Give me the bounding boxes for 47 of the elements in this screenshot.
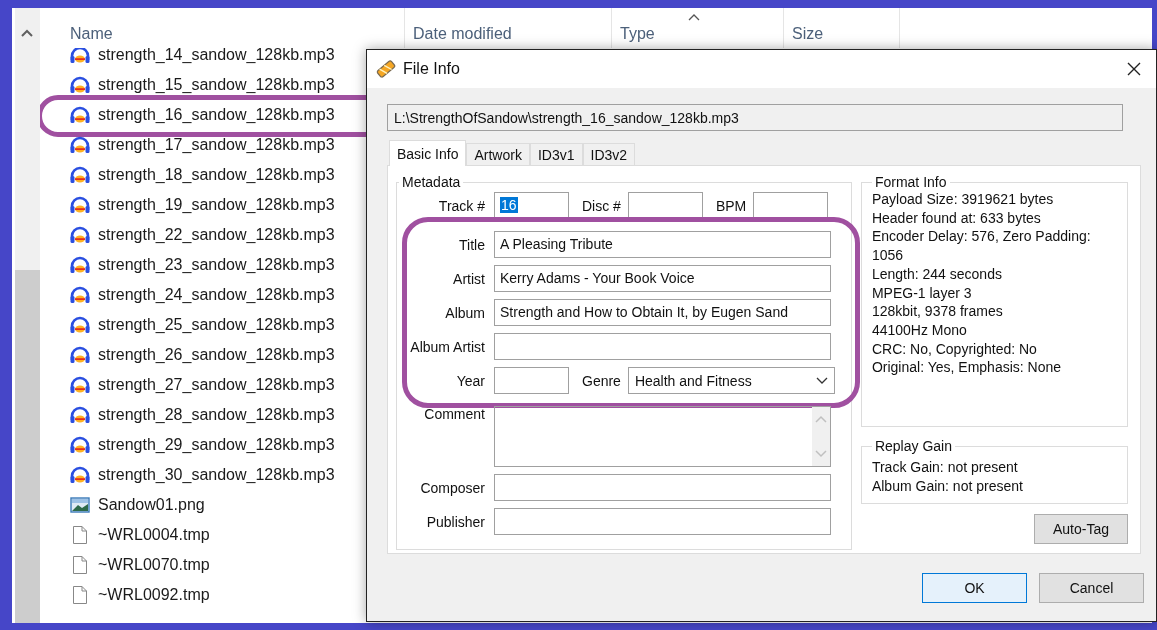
- file-name: strength_16_sandow_128kb.mp3: [98, 106, 335, 124]
- file-name: strength_19_sandow_128kb.mp3: [98, 196, 335, 214]
- file-name: strength_24_sandow_128kb.mp3: [98, 286, 335, 304]
- group-title: Format Info: [873, 174, 948, 190]
- file-name: ~WRL0004.tmp: [98, 526, 210, 544]
- field-label: Comment: [423, 406, 485, 422]
- group-title: Replay Gain: [873, 438, 953, 454]
- file-name: ~WRL0092.tmp: [98, 586, 210, 604]
- file-name: ~WRL0070.tmp: [98, 556, 210, 574]
- file-name: strength_14_sandow_128kb.mp3: [98, 48, 335, 64]
- file-name: strength_17_sandow_128kb.mp3: [98, 136, 335, 154]
- file-name: strength_25_sandow_128kb.mp3: [98, 316, 335, 334]
- file-name: strength_27_sandow_128kb.mp3: [98, 376, 335, 394]
- window-title: File Info: [403, 60, 461, 78]
- file-name: strength_22_sandow_128kb.mp3: [98, 226, 335, 244]
- field-label: Disc #: [582, 197, 621, 214]
- info-text: 128kbit, 9378 frames: [871, 302, 1004, 321]
- info-text: Length: 244 seconds: [871, 264, 1003, 284]
- file-name: strength_28_sandow_128kb.mp3: [98, 406, 335, 424]
- info-text: 44100Hz Mono: [871, 320, 968, 340]
- info-text: Payload Size: 3919621 bytes: [871, 190, 1055, 209]
- field-label: Year: [455, 372, 485, 389]
- info-text: MPEG-1 layer 3: [871, 283, 973, 303]
- field-label: Album Artist: [409, 338, 485, 355]
- file-name: strength_15_sandow_128kb.mp3: [98, 76, 335, 94]
- info-text: CRC: No, Copyrighted: No: [871, 339, 1038, 359]
- info-text: Track Gain: not present: [871, 458, 1019, 477]
- info-text: 1056: [871, 246, 905, 265]
- field-label: Publisher: [425, 513, 485, 530]
- field-label: Artist: [452, 270, 485, 287]
- field-label: Genre: [582, 372, 621, 389]
- file-name: strength_26_sandow_128kb.mp3: [98, 346, 335, 364]
- info-text: Header found at: 633 bytes: [871, 208, 1042, 228]
- info-text: Album Gain: not present: [871, 476, 1024, 496]
- file-name: strength_18_sandow_128kb.mp3: [98, 166, 335, 184]
- file-name: Sandow01.png: [98, 496, 205, 514]
- field-label: Title: [458, 236, 485, 253]
- info-text: Original: Yes, Emphasis: None: [871, 358, 1063, 378]
- info-text: Encoder Delay: 576, Zero Padding:: [871, 227, 1092, 247]
- file-name: strength_30_sandow_128kb.mp3: [98, 466, 335, 484]
- field-label: Composer: [419, 479, 485, 496]
- field-label: Album: [444, 304, 485, 321]
- file-name: strength_29_sandow_128kb.mp3: [98, 436, 335, 454]
- group-title: Metadata: [401, 174, 462, 190]
- field-label: Track #: [437, 197, 485, 214]
- field-label: BPM: [715, 197, 747, 214]
- file-name: strength_23_sandow_128kb.mp3: [98, 256, 335, 274]
